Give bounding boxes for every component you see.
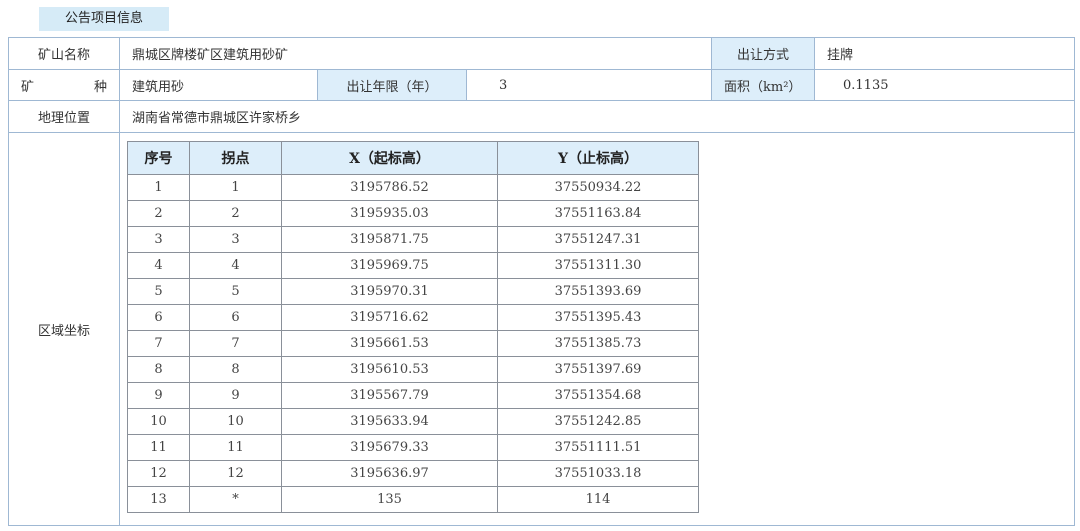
section-tab[interactable]: 公告项目信息 — [39, 7, 169, 31]
table-row: 1 1 3195786.52 37550934.22 — [127, 174, 699, 201]
x-cell: 3195786.52 — [281, 174, 498, 201]
point-cell: 2 — [189, 200, 282, 227]
table-row: 9 9 3195567.79 37551354.68 — [127, 382, 699, 409]
seq-cell: 3 — [127, 226, 190, 253]
seq-cell: 7 — [127, 330, 190, 357]
x-cell: 3195610.53 — [281, 356, 498, 383]
transfer-method-label: 出让方式 — [712, 38, 815, 70]
y-cell: 114 — [497, 486, 699, 513]
table-row: 13 * 135 114 — [127, 486, 699, 513]
y-cell: 37551393.69 — [497, 278, 699, 305]
seq-cell: 5 — [127, 278, 190, 305]
point-cell: 5 — [189, 278, 282, 305]
x-cell: 135 — [281, 486, 498, 513]
mine-name-value: 鼎城区牌楼矿区建筑用砂矿 — [120, 38, 712, 70]
point-cell: 9 — [189, 382, 282, 409]
term-label: 出让年限（年） — [318, 70, 467, 101]
table-row: 10 10 3195633.94 37551242.85 — [127, 408, 699, 435]
x-cell: 3195716.62 — [281, 304, 498, 331]
x-cell: 3195871.75 — [281, 226, 498, 253]
y-cell: 37551163.84 — [497, 200, 699, 227]
point-cell: 4 — [189, 252, 282, 279]
y-cell: 37551397.69 — [497, 356, 699, 383]
mine-name-label: 矿山名称 — [9, 38, 120, 70]
seq-cell: 12 — [127, 460, 190, 487]
seq-cell: 1 — [127, 174, 190, 201]
col-header-x: X（起标高） — [281, 141, 498, 175]
location-label: 地理位置 — [9, 101, 120, 133]
row-mine-name: 矿山名称 鼎城区牌楼矿区建筑用砂矿 出让方式 挂牌 — [9, 38, 1074, 70]
point-cell: 10 — [189, 408, 282, 435]
y-cell: 37551354.68 — [497, 382, 699, 409]
table-row: 11 11 3195679.33 37551111.51 — [127, 434, 699, 461]
seq-cell: 4 — [127, 252, 190, 279]
y-cell: 37551385.73 — [497, 330, 699, 357]
seq-cell: 11 — [127, 434, 190, 461]
point-cell: 3 — [189, 226, 282, 253]
seq-cell: 6 — [127, 304, 190, 331]
y-cell: 37551242.85 — [497, 408, 699, 435]
point-cell: 1 — [189, 174, 282, 201]
coords-table: 序号 拐点 X（起标高） Y（止标高） 1 1 3195786.52 37550934… — [127, 141, 699, 513]
table-row: 5 5 3195970.31 37551393.69 — [127, 278, 699, 305]
y-cell: 37551111.51 — [497, 434, 699, 461]
col-header-y: Y（止标高） — [497, 141, 699, 175]
point-cell: 11 — [189, 434, 282, 461]
row-mineral: 矿 种 建筑用砂 出让年限（年） 3 面积（km²） 0.1135 — [9, 70, 1074, 101]
transfer-method-value: 挂牌 — [815, 38, 1074, 70]
location-value: 湖南省常德市鼎城区许家桥乡 — [120, 101, 1074, 133]
seq-cell: 2 — [127, 200, 190, 227]
x-cell: 3195567.79 — [281, 382, 498, 409]
point-cell: 12 — [189, 460, 282, 487]
table-row: 8 8 3195610.53 37551397.69 — [127, 356, 699, 383]
seq-cell: 9 — [127, 382, 190, 409]
area-label: 面积（km²） — [712, 70, 815, 101]
y-cell: 37551395.43 — [497, 304, 699, 331]
project-info-table: 矿山名称 鼎城区牌楼矿区建筑用砂矿 出让方式 挂牌 矿 种 建筑用砂 出让年限（… — [8, 37, 1075, 526]
row-location: 地理位置 湖南省常德市鼎城区许家桥乡 — [9, 101, 1074, 133]
coords-label: 区域坐标 — [9, 133, 120, 525]
y-cell: 37551247.31 — [497, 226, 699, 253]
x-cell: 3195633.94 — [281, 408, 498, 435]
seq-cell: 10 — [127, 408, 190, 435]
term-value: 3 — [467, 70, 712, 101]
coords-header-row: 序号 拐点 X（起标高） Y（止标高） — [127, 141, 699, 175]
point-cell: * — [189, 486, 282, 513]
table-row: 6 6 3195716.62 37551395.43 — [127, 304, 699, 331]
x-cell: 3195935.03 — [281, 200, 498, 227]
x-cell: 3195970.31 — [281, 278, 498, 305]
mineral-type-label: 矿 种 — [9, 70, 120, 101]
point-cell: 7 — [189, 330, 282, 357]
mineral-label-part-a: 矿 — [21, 79, 35, 95]
seq-cell: 8 — [127, 356, 190, 383]
area-value: 0.1135 — [815, 70, 1074, 101]
mineral-label-part-b: 种 — [93, 79, 107, 95]
col-header-seq: 序号 — [127, 141, 190, 175]
y-cell: 37551311.30 — [497, 252, 699, 279]
x-cell: 3195661.53 — [281, 330, 498, 357]
seq-cell: 13 — [127, 486, 190, 513]
y-cell: 37550934.22 — [497, 174, 699, 201]
col-header-point: 拐点 — [189, 141, 282, 175]
y-cell: 37551033.18 — [497, 460, 699, 487]
table-row: 2 2 3195935.03 37551163.84 — [127, 200, 699, 227]
x-cell: 3195969.75 — [281, 252, 498, 279]
table-row: 7 7 3195661.53 37551385.73 — [127, 330, 699, 357]
point-cell: 8 — [189, 356, 282, 383]
x-cell: 3195679.33 — [281, 434, 498, 461]
mineral-type-value: 建筑用砂 — [120, 70, 318, 101]
point-cell: 6 — [189, 304, 282, 331]
table-row: 3 3 3195871.75 37551247.31 — [127, 226, 699, 253]
table-row: 4 4 3195969.75 37551311.30 — [127, 252, 699, 279]
x-cell: 3195636.97 — [281, 460, 498, 487]
table-row: 12 12 3195636.97 37551033.18 — [127, 460, 699, 487]
